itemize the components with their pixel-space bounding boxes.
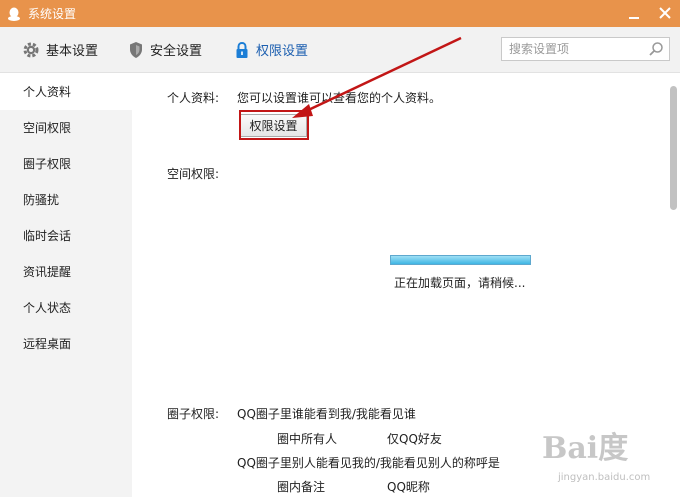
sidebar-item-temp-session[interactable]: 临时会话 — [0, 218, 132, 254]
permission-settings-button[interactable]: 权限设置 — [240, 114, 307, 137]
sidebar-item-circle-permission[interactable]: 圈子权限 — [0, 146, 132, 182]
title-bar: 系统设置 — [0, 0, 680, 27]
option-qq-nickname[interactable]: QQ昵称 — [387, 478, 430, 495]
sidebar-item-space-permission[interactable]: 空间权限 — [0, 110, 132, 146]
sidebar-item-label: 临时会话 — [23, 229, 72, 243]
sidebar-item-profile[interactable]: 个人资料 — [0, 74, 132, 110]
sidebar-item-label: 空间权限 — [23, 121, 72, 135]
sidebar-item-label: 远程桌面 — [23, 337, 72, 351]
gear-icon — [23, 42, 39, 57]
toolbar: 基本设置 安全设置 权限设置 — [0, 27, 680, 73]
option-all-circle-members[interactable]: 圈中所有人 — [277, 430, 337, 447]
search-box[interactable] — [501, 37, 670, 61]
sidebar-item-personal-status[interactable]: 个人状态 — [0, 290, 132, 326]
minimize-icon[interactable] — [626, 5, 642, 21]
tab-label: 基本设置 — [46, 44, 99, 59]
tab-permission-settings[interactable]: 权限设置 — [234, 40, 308, 59]
space-section-label: 空间权限: — [167, 167, 220, 181]
circle-question-nickname: QQ圈子里别人能看见我的/我能看见别人的称呼是 — [237, 456, 500, 470]
tab-label: 权限设置 — [256, 44, 309, 59]
tab-security-settings[interactable]: 安全设置 — [128, 40, 202, 59]
window-title: 系统设置 — [28, 7, 77, 21]
sidebar-item-news-alert[interactable]: 资讯提醒 — [0, 254, 132, 290]
profile-section-label: 个人资料: — [167, 91, 220, 105]
qq-logo-icon — [8, 7, 20, 21]
search-icon[interactable] — [648, 41, 664, 57]
tab-basic-settings[interactable]: 基本设置 — [22, 40, 98, 59]
sidebar-item-label: 防骚扰 — [23, 193, 60, 207]
sidebar-item-label: 个人状态 — [23, 301, 72, 315]
circle-question-visibility: QQ圈子里谁能看到我/我能看见谁 — [237, 407, 416, 421]
settings-content: 个人资料: 您可以设置谁可以查看您的个人资料。 权限设置 空间权限: 正在加载页… — [133, 74, 667, 497]
sidebar-item-label: 资讯提醒 — [23, 265, 72, 279]
sidebar-item-label: 圈子权限 — [23, 157, 72, 171]
sidebar-item-label: 个人资料 — [23, 85, 72, 99]
sidebar-item-anti-harassment[interactable]: 防骚扰 — [0, 182, 132, 218]
shield-icon — [130, 41, 142, 58]
option-qq-friends-only[interactable]: 仅QQ好友 — [387, 430, 442, 447]
close-icon[interactable] — [656, 4, 674, 22]
loading-text: 正在加载页面，请稍候... — [394, 276, 526, 290]
circle-section-label: 圈子权限: — [167, 407, 220, 421]
sidebar-item-remote-desktop[interactable]: 远程桌面 — [0, 326, 132, 362]
sidebar: 个人资料 空间权限 圈子权限 防骚扰 临时会话 资讯提醒 个人状态 远程桌面 — [0, 74, 132, 497]
tab-label: 安全设置 — [150, 44, 203, 59]
profile-description: 您可以设置谁可以查看您的个人资料。 — [237, 91, 442, 105]
lock-icon — [236, 41, 248, 58]
loading-progress-bar — [390, 255, 531, 265]
option-circle-remark[interactable]: 圈内备注 — [277, 478, 325, 495]
content-scrollbar[interactable] — [667, 74, 680, 497]
search-input[interactable] — [502, 38, 642, 60]
scrollbar-thumb[interactable] — [670, 86, 677, 210]
